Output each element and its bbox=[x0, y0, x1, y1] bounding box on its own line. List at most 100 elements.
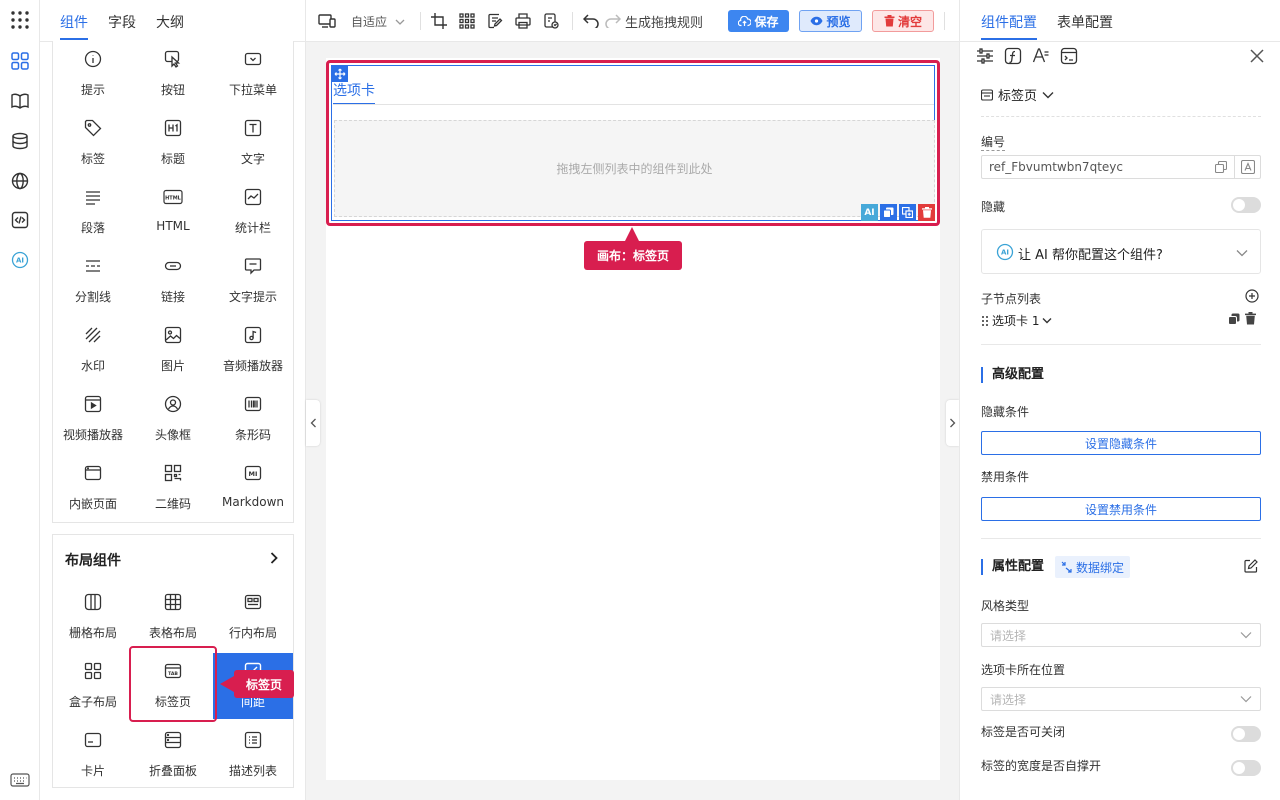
component-table-layout[interactable]: 表格布局 bbox=[133, 584, 213, 650]
component-link[interactable]: 链接 bbox=[133, 248, 213, 314]
canvas-callout-arrow bbox=[625, 227, 639, 241]
globe-icon[interactable] bbox=[8, 169, 32, 193]
selected-tabs-component[interactable]: 选项卡 拖拽左侧列表中的组件到此处 AI bbox=[326, 60, 940, 226]
component-barcode[interactable]: 条形码 bbox=[213, 386, 293, 452]
component-tip[interactable]: 提示 bbox=[53, 41, 133, 107]
child-item[interactable]: 选项卡 1 bbox=[981, 312, 1052, 329]
json-icon[interactable] bbox=[542, 12, 560, 30]
generate-rule-button[interactable]: 生成拖拽规则 bbox=[625, 12, 703, 31]
close-icon[interactable] bbox=[1250, 49, 1264, 63]
clear-button[interactable]: 清空 bbox=[872, 10, 934, 32]
component-tooltip[interactable]: 文字提示 bbox=[213, 248, 293, 314]
active-tab-underline bbox=[60, 38, 88, 40]
copy-icon[interactable] bbox=[1215, 161, 1227, 173]
component-paragraph[interactable]: 段落 bbox=[53, 179, 133, 245]
component-button[interactable]: 按钮 bbox=[133, 41, 213, 107]
font-style-icon[interactable] bbox=[1032, 47, 1050, 65]
grid-icon[interactable] bbox=[458, 12, 476, 30]
id-field[interactable]: ref_Fbvumtwbn7qteyc bbox=[981, 155, 1261, 179]
preview-button[interactable]: 预览 bbox=[799, 10, 862, 32]
component-card[interactable]: 卡片 bbox=[53, 722, 133, 787]
hidden-toggle[interactable] bbox=[1231, 197, 1261, 213]
ai-assistant-icon[interactable]: AI bbox=[8, 248, 32, 272]
delete-icon[interactable] bbox=[918, 204, 935, 221]
component-tag[interactable]: 标签 bbox=[53, 110, 133, 176]
component-watermark[interactable]: 水印 bbox=[53, 317, 133, 383]
collapse-right-handle[interactable] bbox=[946, 400, 959, 446]
sliders-icon[interactable] bbox=[976, 48, 994, 64]
chevron-down-icon bbox=[1240, 632, 1252, 639]
i18n-icon[interactable] bbox=[1241, 160, 1255, 174]
component-text[interactable]: 文字 bbox=[213, 110, 293, 176]
component-description-list[interactable]: 描述列表 bbox=[213, 722, 293, 787]
redo-icon[interactable] bbox=[604, 12, 622, 30]
tab-fields[interactable]: 字段 bbox=[108, 12, 136, 32]
undo-icon[interactable] bbox=[582, 12, 600, 30]
component-video-player[interactable]: 视频播放器 bbox=[53, 386, 133, 452]
database-icon[interactable] bbox=[8, 129, 32, 153]
component-type-select[interactable]: 标签页 bbox=[981, 85, 1054, 104]
function-icon[interactable] bbox=[1004, 47, 1022, 65]
component-iframe[interactable]: 内嵌页面 bbox=[53, 455, 133, 521]
print-icon[interactable] bbox=[514, 12, 532, 30]
copy-child-icon[interactable] bbox=[1228, 313, 1240, 325]
app-menu-icon[interactable] bbox=[8, 8, 32, 32]
delete-child-icon[interactable] bbox=[1245, 312, 1256, 325]
component-markdown[interactable]: MI Markdown bbox=[213, 455, 293, 521]
stretch-toggle[interactable] bbox=[1231, 760, 1261, 776]
add-child-icon[interactable] bbox=[899, 204, 916, 221]
adaptive-select[interactable]: 自适应 bbox=[351, 13, 405, 30]
component-stat-bar[interactable]: 统计栏 bbox=[213, 179, 293, 245]
card-icon bbox=[83, 730, 103, 750]
book-icon[interactable] bbox=[8, 89, 32, 113]
crop-icon[interactable] bbox=[430, 12, 448, 30]
component-audio-player[interactable]: 音频播放器 bbox=[213, 317, 293, 383]
keyboard-icon[interactable] bbox=[8, 768, 32, 792]
drop-zone[interactable]: 拖拽左侧列表中的组件到此处 bbox=[334, 120, 935, 217]
component-image[interactable]: 图片 bbox=[133, 317, 213, 383]
tab-option[interactable]: 选项卡 bbox=[333, 80, 375, 100]
tab-outline[interactable]: 大纲 bbox=[156, 12, 184, 32]
chevron-down-icon bbox=[395, 19, 405, 25]
script-icon[interactable] bbox=[1060, 47, 1078, 65]
component-grid-layout[interactable]: 栅格布局 bbox=[53, 584, 133, 650]
save-button[interactable]: 保存 bbox=[728, 10, 789, 32]
style-type-select[interactable]: 请选择 bbox=[981, 623, 1261, 647]
data-binding-button[interactable]: 数据绑定 bbox=[1055, 556, 1131, 578]
component-inline-layout[interactable]: 行内布局 bbox=[213, 584, 293, 650]
set-disable-condition-button[interactable]: 设置禁用条件 bbox=[981, 497, 1261, 521]
tab-form-config[interactable]: 表单配置 bbox=[1057, 12, 1113, 32]
music-icon bbox=[243, 325, 263, 345]
component-heading[interactable]: 标题 bbox=[133, 110, 213, 176]
ai-badge-icon[interactable]: AI bbox=[861, 204, 878, 221]
code-icon[interactable] bbox=[8, 208, 32, 232]
tab-component-config[interactable]: 组件配置 bbox=[981, 12, 1037, 32]
component-collapse[interactable]: 折叠面板 bbox=[133, 722, 213, 787]
add-child-icon[interactable] bbox=[1245, 289, 1259, 303]
collapse-left-handle[interactable] bbox=[306, 400, 320, 446]
component-qrcode[interactable]: 二维码 bbox=[133, 455, 213, 521]
components-icon[interactable] bbox=[8, 49, 32, 73]
edit-icon[interactable] bbox=[1244, 559, 1258, 573]
ai-config-panel[interactable]: AI 让 AI 帮你配置这个组件? bbox=[981, 229, 1261, 274]
chevron-right-icon[interactable] bbox=[267, 551, 281, 565]
tab-position-select[interactable]: 请选择 bbox=[981, 687, 1261, 711]
component-dropdown[interactable]: 下拉菜单 bbox=[213, 41, 293, 107]
tab-components[interactable]: 组件 bbox=[60, 12, 88, 32]
component-html[interactable]: HTML HTML bbox=[133, 179, 213, 245]
video-icon bbox=[83, 394, 103, 414]
html-icon: HTML bbox=[163, 187, 183, 207]
component-avatar[interactable]: 头像框 bbox=[133, 386, 213, 452]
copy-icon[interactable] bbox=[880, 204, 897, 221]
children-label: 子节点列表 bbox=[981, 292, 1042, 306]
edit-icon[interactable] bbox=[486, 12, 504, 30]
config-panel: 组件配置 表单配置 标签页 编号 ref_Fbvumtwbn7qteyc 隐藏 … bbox=[959, 0, 1280, 800]
closable-toggle[interactable] bbox=[1231, 726, 1261, 742]
component-box-layout[interactable]: 盒子布局 bbox=[53, 653, 133, 719]
component-divider[interactable]: 分割线 bbox=[53, 248, 133, 314]
form-canvas[interactable]: 选项卡 拖拽左侧列表中的组件到此处 AI 画布：标签页 bbox=[326, 58, 940, 780]
device-icon[interactable] bbox=[318, 12, 336, 30]
set-hide-condition-button[interactable]: 设置隐藏条件 bbox=[981, 431, 1261, 455]
hidden-label: 隐藏 bbox=[981, 200, 1006, 214]
chevron-down-icon bbox=[1042, 318, 1052, 324]
